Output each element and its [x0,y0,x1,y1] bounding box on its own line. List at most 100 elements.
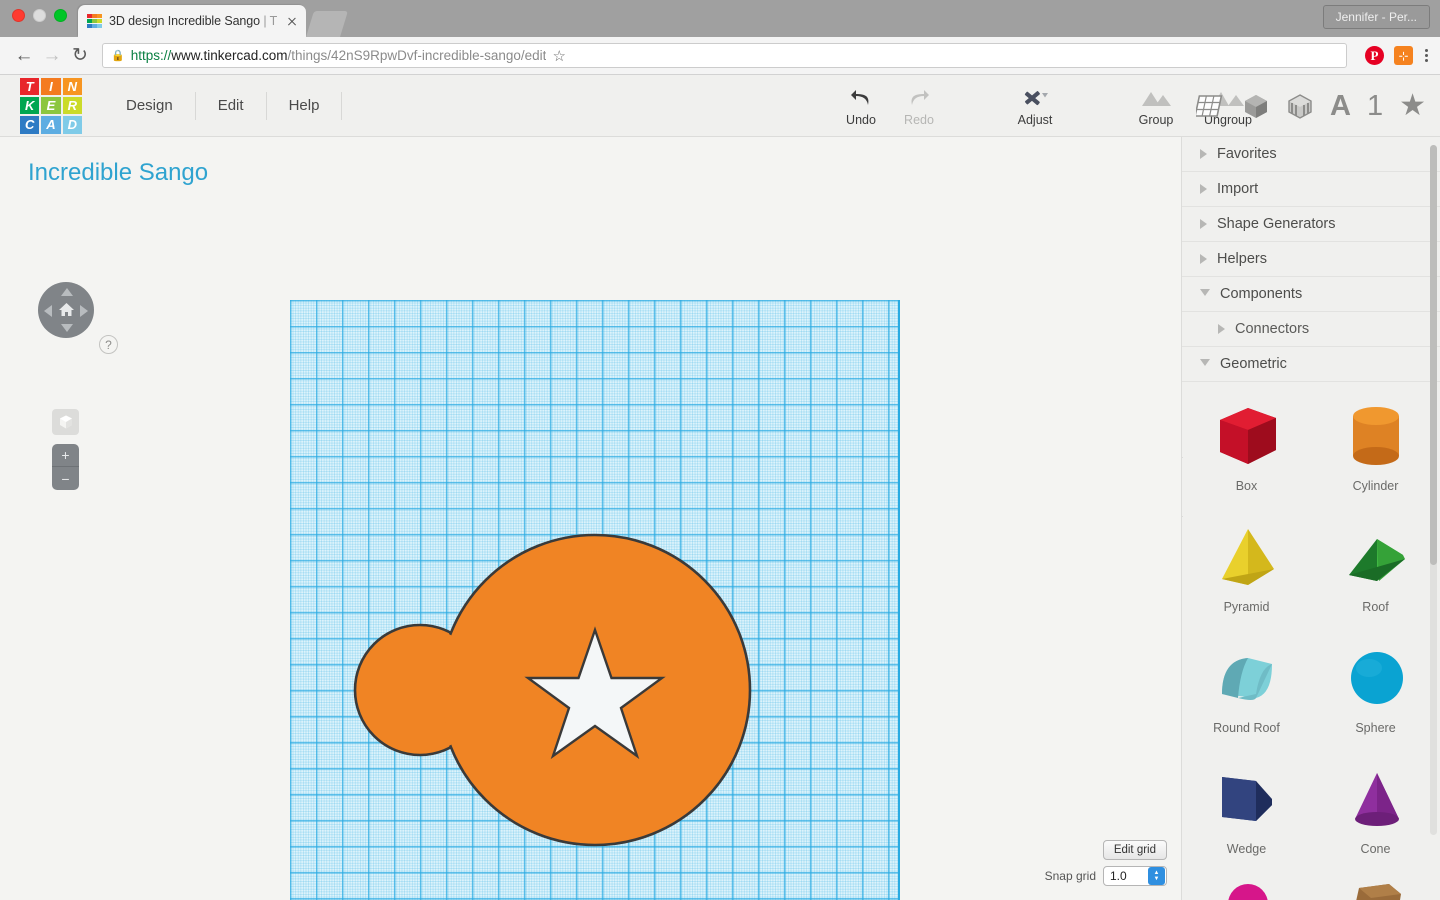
redo-label: Redo [904,112,934,127]
shape-item-wedge[interactable]: Wedge [1182,755,1311,870]
fit-view-button[interactable] [52,409,79,435]
shape-item-cone[interactable]: Cone [1311,755,1440,870]
redo-arrow-icon [908,86,930,110]
logo-tile-i: I [41,77,61,95]
panel-label-favorites: Favorites [1217,146,1277,162]
menu-edit[interactable]: Edit [196,91,267,120]
shape-label: Cone [1360,842,1391,856]
star-favorite-icon[interactable]: ★ [1399,91,1426,121]
hubspot-extension-icon[interactable]: ⊹ [1394,46,1413,65]
shape-item-partial-brown[interactable] [1311,876,1440,900]
back-icon[interactable]: ← [10,42,38,70]
new-tab-button[interactable] [306,11,348,37]
panel-section-helpers[interactable]: Helpers [1182,242,1440,277]
box-shape-icon [1208,392,1286,477]
workplane[interactable]: Workplane [290,300,900,900]
pinterest-extension-icon[interactable]: P [1365,46,1384,65]
panel-label-geometric: Geometric [1220,356,1287,372]
shape-label: Sphere [1355,721,1396,735]
zoom-out-button[interactable]: − [52,467,79,490]
bookmark-star-icon[interactable]: ☆ [546,47,571,65]
maximize-window-button[interactable] [54,9,67,22]
group-button[interactable]: Group [1120,78,1192,134]
panel-section-connectors[interactable]: Connectors [1182,312,1440,347]
panel-section-import[interactable]: Import [1182,172,1440,207]
rotate-down-icon[interactable] [61,324,73,332]
shape-item-round-roof[interactable]: Round Roof [1182,634,1311,749]
url-text: https://www.tinkercad.com/things/42nS9Rp… [130,48,547,63]
text-letter-a-icon[interactable]: A [1330,91,1351,121]
snap-grid-input[interactable]: 1.0 ▲ ▼ [1103,866,1167,886]
round-roof-shape-icon [1208,634,1286,719]
chrome-menu-icon[interactable] [1425,49,1428,62]
hollow-cube-icon[interactable] [1286,92,1314,120]
panel-section-shape-generators[interactable]: Shape Generators [1182,207,1440,242]
rotate-up-icon[interactable] [61,288,73,296]
design-canvas[interactable]: Incredible Sango ? + − Edit grid Snap gr… [0,137,1181,900]
forward-icon[interactable]: → [38,42,66,70]
panel-label-connectors: Connectors [1235,321,1310,337]
cone-shape-icon [1337,755,1415,840]
shape-item-sphere[interactable]: Sphere [1311,634,1440,749]
menu-design[interactable]: Design [104,91,196,120]
zoom-in-button[interactable]: + [52,444,79,467]
favicon-tile-d [97,23,102,29]
reload-icon[interactable]: ↻ [66,42,94,70]
zoom-controls[interactable]: + − [52,444,79,490]
sphere-shape-icon [1337,634,1415,719]
chevron-right-icon [1200,184,1207,194]
favicon-tile-t [87,13,92,19]
shape-item-partial-pink[interactable] [1182,876,1311,900]
shape-item-cylinder[interactable]: Cylinder [1311,392,1440,507]
app-toolbar: TINKERCAD Design Edit Help Undo Redo Adj… [0,75,1440,137]
panel-label-helpers: Helpers [1217,251,1267,267]
redo-button[interactable]: Redo [890,78,948,134]
rotate-left-icon[interactable] [44,305,52,317]
number-one-icon[interactable]: 1 [1367,91,1383,121]
3d-shape-object[interactable] [290,300,900,900]
adjust-label: Adjust [1017,112,1053,127]
edit-grid-button[interactable]: Edit grid [1102,840,1167,860]
logo-tile-a: A [41,116,61,134]
browser-toolbar: ← → ↻ 🔒 https://www.tinkercad.com/things… [0,37,1440,75]
panel-section-components[interactable]: Components [1182,277,1440,312]
chevron-right-icon [1200,219,1207,229]
tinkercad-logo[interactable]: TIN KER CAD [20,77,82,134]
page-title: Incredible Sango [28,159,209,186]
snap-grid-stepper[interactable]: ▲ ▼ [1148,867,1165,885]
snap-grid-row: Snap grid 1.0 ▲ ▼ [1045,866,1167,886]
solid-cube-icon[interactable] [1242,92,1270,120]
shape-item-roof[interactable]: Roof [1311,513,1440,628]
browser-tab-active[interactable]: 3D design Incredible Sango | T [78,5,306,37]
window-controls [12,9,67,22]
logo-tile-t: T [20,77,40,95]
panel-section-geometric[interactable]: Geometric [1182,347,1440,382]
shape-item-pyramid[interactable]: Pyramid [1182,513,1311,628]
cylinder-shape-icon [1337,392,1415,477]
shape-label: Cylinder [1352,479,1399,493]
chevron-right-icon [1200,254,1207,264]
help-icon[interactable]: ? [99,335,118,354]
undo-button[interactable]: Undo [832,78,890,134]
close-icon[interactable] [284,13,300,29]
menu-help[interactable]: Help [267,91,343,120]
collapse-panel-button[interactable]: ❯ [1182,457,1183,517]
tab-title: 3D design Incredible Sango | T [109,14,278,28]
shape-label: Round Roof [1213,721,1280,735]
profile-button[interactable]: Jennifer - Per... [1322,5,1430,29]
address-bar[interactable]: 🔒 https://www.tinkercad.com/things/42nS9… [102,43,1347,68]
home-view-icon[interactable] [57,300,75,318]
shape-item-box[interactable]: Box [1182,392,1311,507]
panel-scrollbar[interactable] [1430,145,1437,835]
partial-brown-shape-icon [1337,876,1415,900]
rotate-right-icon[interactable] [80,305,88,317]
lock-icon: 🔒 [111,50,125,62]
adjust-button[interactable]: Adjust [1006,78,1064,134]
minimize-window-button[interactable] [33,9,46,22]
scrollbar-thumb[interactable] [1430,145,1437,565]
panel-section-favorites[interactable]: Favorites [1182,137,1440,172]
view-navigator[interactable] [38,282,94,338]
workplane-grid-icon[interactable] [1196,93,1226,119]
close-window-button[interactable] [12,9,25,22]
undo-label: Undo [846,112,876,127]
